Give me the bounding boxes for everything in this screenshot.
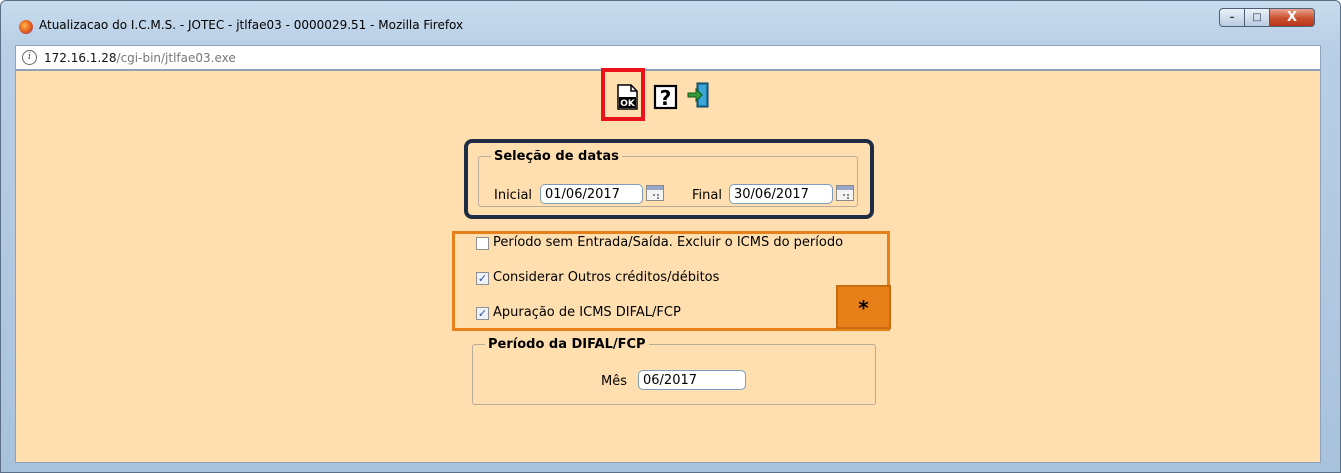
asterisk-badge: * <box>836 285 891 329</box>
help-icon[interactable]: ? <box>653 83 678 111</box>
window-title: Atualizacao do I.C.M.S. - JOTEC - jtlfae… <box>39 18 464 32</box>
address-bar[interactable]: i 172.16.1.28/cgi-bin/jtlfae03.exe <box>15 45 1321 70</box>
title-bar[interactable]: Atualizacao do I.C.M.S. - JOTEC - jtlfae… <box>1 1 1340 45</box>
firefox-icon <box>19 20 33 34</box>
month-label: Mês <box>601 374 627 389</box>
url-path: /cgi-bin/jtlfae03.exe <box>116 51 236 65</box>
url-text[interactable]: 172.16.1.28/cgi-bin/jtlfae03.exe <box>44 51 236 65</box>
close-button[interactable]: X <box>1269 8 1315 27</box>
dates-highlight-box <box>464 139 874 219</box>
svg-text:?: ? <box>660 86 672 110</box>
browser-window: Atualizacao do I.C.M.S. - JOTEC - jtlfae… <box>0 0 1341 473</box>
url-host: 172.16.1.28 <box>44 51 117 65</box>
minimize-button[interactable]: – <box>1219 8 1245 27</box>
options-highlight-box <box>452 231 890 331</box>
ok-highlight-box <box>601 68 645 121</box>
month-field[interactable] <box>638 370 746 390</box>
info-icon[interactable]: i <box>22 50 37 65</box>
difal-period-legend: Período da DIFAL/FCP <box>488 337 646 352</box>
page-content: OK ? Seleção de datas Inicial Final Perí… <box>15 68 1321 463</box>
maximize-button[interactable]: □ <box>1244 8 1270 27</box>
window-controls: – □ X <box>1219 8 1315 27</box>
exit-icon[interactable] <box>686 81 711 109</box>
